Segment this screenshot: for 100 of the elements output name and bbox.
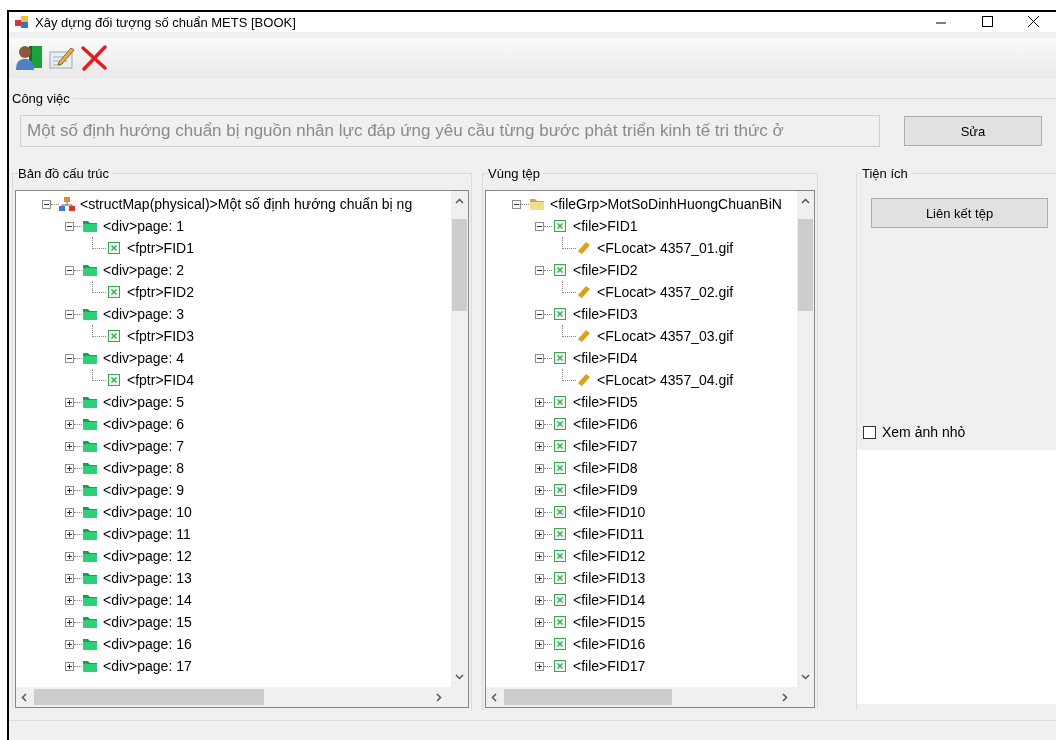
tree-item[interactable]: <file>FID5 — [573, 394, 638, 410]
expand-toggle[interactable] — [535, 419, 544, 429]
tree-item[interactable]: <div>page: 8 — [103, 460, 184, 476]
expand-toggle[interactable] — [65, 639, 74, 649]
chevron-down-icon[interactable] — [801, 672, 810, 681]
tree-item[interactable]: <FLocat> 4357_02.gif — [597, 284, 734, 300]
collapse-toggle[interactable] — [512, 199, 521, 209]
tree-item[interactable]: <div>page: 11 — [103, 526, 191, 542]
expand-toggle[interactable] — [65, 573, 74, 583]
tree-item[interactable]: <file>FID7 — [573, 438, 638, 454]
collapse-toggle[interactable] — [535, 309, 544, 319]
scroll-thumb[interactable] — [34, 689, 264, 705]
expand-toggle[interactable] — [65, 661, 74, 671]
expand-toggle[interactable] — [535, 441, 544, 451]
tree-item[interactable]: <file>FID3 — [573, 306, 638, 322]
collapse-toggle[interactable] — [42, 199, 51, 209]
expand-toggle[interactable] — [65, 551, 74, 561]
expand-toggle[interactable] — [535, 639, 544, 649]
expand-toggle[interactable] — [65, 485, 74, 495]
tree-item[interactable]: <div>page: 10 — [103, 504, 192, 520]
chevron-up-icon[interactable] — [801, 197, 810, 206]
tree-item[interactable]: <file>FID14 — [573, 592, 646, 608]
tree-item[interactable]: <div>page: 5 — [103, 394, 184, 410]
tree-item[interactable]: <div>page: 6 — [103, 416, 184, 432]
chevron-right-icon[interactable] — [780, 693, 789, 702]
collapse-toggle[interactable] — [535, 353, 544, 363]
chevron-right-icon[interactable] — [434, 693, 443, 702]
tree-item[interactable]: <fptr>FID1 — [127, 240, 194, 256]
collapse-toggle[interactable] — [65, 221, 74, 231]
tree-item[interactable]: <file>FID10 — [573, 504, 646, 520]
tree-item[interactable]: <file>FID9 — [573, 482, 638, 498]
scroll-thumb[interactable] — [504, 689, 672, 705]
collapse-toggle[interactable] — [535, 221, 544, 231]
horizontal-scrollbar[interactable] — [16, 687, 468, 707]
tree-item[interactable]: <div>page: 9 — [103, 482, 184, 498]
tree-item[interactable]: <div>page: 13 — [103, 570, 192, 586]
expand-toggle[interactable] — [535, 551, 544, 561]
vertical-scrollbar[interactable] — [451, 191, 468, 687]
chevron-down-icon[interactable] — [455, 672, 464, 681]
tree-item[interactable]: <div>page: 7 — [103, 438, 184, 454]
tree-item[interactable]: <fptr>FID3 — [127, 328, 194, 344]
tree-item[interactable]: <file>FID1 — [573, 218, 638, 234]
tree-item[interactable]: <FLocat> 4357_04.gif — [597, 372, 734, 388]
tree-item[interactable]: <file>FID13 — [573, 570, 646, 586]
expand-toggle[interactable] — [65, 507, 74, 517]
expand-toggle[interactable] — [535, 463, 544, 473]
tree-item[interactable]: <structMap(physical)>Một số định hướng chuẩn bị ng — [80, 196, 413, 212]
expand-toggle[interactable] — [535, 661, 544, 671]
expand-toggle[interactable] — [535, 573, 544, 583]
chevron-left-icon[interactable] — [20, 693, 29, 702]
tree-item[interactable]: <div>page: 4 — [103, 350, 184, 366]
tree-item[interactable]: <file>FID6 — [573, 416, 638, 432]
horizontal-scrollbar[interactable] — [486, 687, 814, 707]
cross-icon[interactable] — [79, 43, 109, 73]
tree-item[interactable]: <file>FID2 — [573, 262, 638, 278]
collapse-toggle[interactable] — [535, 265, 544, 275]
tree-item[interactable]: <file>FID11 — [573, 526, 645, 542]
expand-toggle[interactable] — [65, 463, 74, 473]
tree-item[interactable]: <file>FID8 — [573, 460, 638, 476]
tree-item[interactable]: <div>page: 15 — [103, 614, 192, 630]
tree-item[interactable]: <div>page: 3 — [103, 306, 184, 322]
chevron-left-icon[interactable] — [490, 693, 499, 702]
scroll-thumb[interactable] — [798, 219, 813, 311]
expand-toggle[interactable] — [535, 529, 544, 539]
expand-toggle[interactable] — [65, 617, 74, 627]
tree-item[interactable]: <div>page: 12 — [103, 548, 192, 564]
expand-toggle[interactable] — [535, 507, 544, 517]
tree-item[interactable]: <file>FID17 — [573, 658, 646, 674]
collapse-toggle[interactable] — [65, 353, 74, 363]
collapse-toggle[interactable] — [65, 309, 74, 319]
tree-item[interactable]: <fptr>FID4 — [127, 372, 194, 388]
chevron-up-icon[interactable] — [455, 197, 464, 206]
tree-item[interactable]: <div>page: 17 — [103, 658, 192, 674]
checkbox[interactable] — [863, 425, 876, 439]
collapse-toggle[interactable] — [65, 265, 74, 275]
expand-toggle[interactable] — [535, 485, 544, 495]
tree-item[interactable]: <FLocat> 4357_03.gif — [597, 328, 734, 344]
expand-toggle[interactable] — [65, 397, 74, 407]
expand-toggle[interactable] — [535, 595, 544, 605]
tree-item[interactable]: <div>page: 1 — [103, 218, 184, 234]
vertical-scrollbar[interactable] — [797, 191, 814, 687]
link-files-button[interactable]: Liên kết tệp — [871, 198, 1048, 228]
expand-toggle[interactable] — [535, 397, 544, 407]
tree-item[interactable]: <fileGrp>MotSoDinhHuongChuanBiN — [550, 196, 782, 212]
tree-item[interactable]: <div>page: 16 — [103, 636, 192, 652]
tree-item[interactable]: <file>FID15 — [573, 614, 646, 630]
tree-item[interactable]: <file>FID4 — [573, 350, 638, 366]
tree-item[interactable]: <fptr>FID2 — [127, 284, 194, 300]
scroll-thumb[interactable] — [452, 219, 467, 311]
expand-toggle[interactable] — [65, 529, 74, 539]
tree-item[interactable]: <div>page: 14 — [103, 592, 192, 608]
tree-item[interactable]: <file>FID12 — [573, 548, 646, 564]
user-book-icon[interactable] — [15, 43, 45, 73]
expand-toggle[interactable] — [535, 617, 544, 627]
expand-toggle[interactable] — [65, 441, 74, 451]
tree-item[interactable]: <file>FID16 — [573, 636, 646, 652]
expand-toggle[interactable] — [65, 595, 74, 605]
tree-item[interactable]: <FLocat> 4357_01.gif — [597, 240, 734, 256]
expand-toggle[interactable] — [65, 419, 74, 429]
tree-item[interactable]: <div>page: 2 — [103, 262, 184, 278]
